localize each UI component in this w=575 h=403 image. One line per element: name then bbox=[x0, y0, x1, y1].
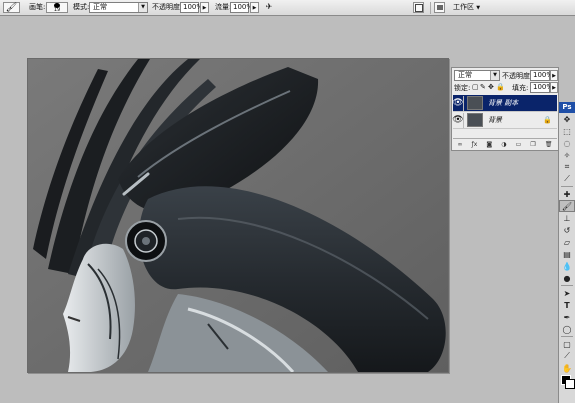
gradient-icon[interactable]: ▤ bbox=[559, 248, 575, 260]
new-layer-icon[interactable]: ❐ bbox=[530, 141, 535, 148]
divider bbox=[561, 336, 573, 337]
crop-icon[interactable]: ⌗ bbox=[559, 161, 575, 173]
layer-thumbnail bbox=[467, 96, 483, 110]
mode-label: 模式: bbox=[73, 3, 90, 11]
move-icon[interactable]: ✥ bbox=[559, 113, 575, 125]
layer-opacity-label: 不透明度: bbox=[502, 72, 533, 80]
hand-icon[interactable]: ✋ bbox=[559, 362, 575, 374]
brush-label: 画笔: bbox=[29, 3, 46, 11]
lock-pixels-icon[interactable]: ✎ bbox=[480, 83, 486, 91]
chevron-down-icon: ▼ bbox=[138, 3, 147, 12]
chevron-right-icon: ▶ bbox=[552, 72, 556, 79]
layer-name: 背景 副本 bbox=[488, 99, 519, 107]
notes-icon[interactable]: ▢ bbox=[559, 338, 575, 350]
workspace-label: 工作区 bbox=[453, 3, 474, 11]
airbrush-icon: ✈ bbox=[265, 2, 273, 11]
layer-style-icon[interactable]: ƒx bbox=[472, 141, 478, 148]
layers-footer: ∞ ƒx ◙ ◑ ▭ ❐ 🗑 bbox=[453, 138, 557, 149]
tools-panel: Ps ✥ ⬚ ◌ ✧ ⌗ ⟋ ✚ 🖌 ⊥ ↺ ▱ ▤ 💧 ● ➤ T ✒ ◯ ▢… bbox=[558, 102, 575, 403]
airbrush-toggle[interactable]: ✈ bbox=[263, 2, 275, 13]
document-canvas[interactable] bbox=[27, 58, 449, 373]
blur-icon[interactable]: 💧 bbox=[559, 260, 575, 272]
layers-panel: 正常 ▼ 不透明度: 100% ▶ 锁定: ▢ ✎ ✥ 🔒 填充: 100% ▶… bbox=[451, 67, 559, 151]
path-select-icon[interactable]: ➤ bbox=[559, 287, 575, 299]
brush-icon[interactable]: 🖌 bbox=[559, 200, 575, 212]
slice-icon[interactable]: ⟋ bbox=[559, 173, 575, 185]
layer-blend-mode-value: 正常 bbox=[458, 71, 472, 79]
layer-thumbnail bbox=[467, 113, 483, 127]
eraser-icon[interactable]: ▱ bbox=[559, 236, 575, 248]
marquee-icon[interactable]: ⬚ bbox=[559, 125, 575, 137]
layer-row-background-copy[interactable]: 👁 背景 副本 bbox=[452, 95, 557, 112]
palette-well-icon bbox=[436, 5, 443, 10]
palette-well-button[interactable] bbox=[434, 2, 445, 13]
flow-label: 流量: bbox=[215, 3, 232, 11]
visibility-eye-icon[interactable]: 👁 bbox=[452, 112, 464, 128]
mode-value: 正常 bbox=[93, 3, 107, 11]
chevron-right-icon: ▶ bbox=[252, 4, 257, 11]
photoshop-logo: Ps bbox=[559, 102, 575, 113]
lock-all-icon[interactable]: 🔒 bbox=[496, 83, 505, 91]
fill-label: 填充: bbox=[512, 84, 529, 92]
history-brush-icon[interactable]: ↺ bbox=[559, 224, 575, 236]
pen-icon[interactable]: ✒ bbox=[559, 311, 575, 323]
link-layers-icon[interactable]: ∞ bbox=[458, 141, 463, 148]
fill-slider-button[interactable]: ▶ bbox=[550, 82, 558, 93]
layer-blend-mode-select[interactable]: 正常 ▼ bbox=[454, 70, 500, 81]
brush-icon: 🖌 bbox=[5, 2, 18, 13]
layer-opacity-input[interactable]: 100% bbox=[530, 70, 553, 81]
flow-slider-button[interactable]: ▶ bbox=[250, 2, 259, 13]
chevron-right-icon: ▶ bbox=[202, 4, 207, 11]
layer-lock-icon: 🔒 bbox=[543, 116, 552, 124]
chevron-down-icon: ▼ bbox=[476, 5, 481, 11]
mode-select[interactable]: 正常 ▼ bbox=[89, 2, 148, 13]
fill-input[interactable]: 100% bbox=[530, 82, 553, 93]
flow-input[interactable]: 100% bbox=[230, 2, 253, 13]
layer-mask-icon[interactable]: ◙ bbox=[486, 141, 492, 148]
file-browser-button[interactable] bbox=[413, 2, 424, 13]
layer-opacity-slider-button[interactable]: ▶ bbox=[550, 70, 558, 81]
delete-layer-icon[interactable]: 🗑 bbox=[545, 141, 553, 148]
opacity-label: 不透明度: bbox=[152, 3, 183, 11]
new-group-icon[interactable]: ▭ bbox=[516, 141, 522, 148]
file-browser-icon bbox=[414, 3, 423, 12]
lock-transparency-icon[interactable]: ▢ bbox=[472, 83, 479, 91]
stamp-icon[interactable]: ⊥ bbox=[559, 212, 575, 224]
opacity-slider-button[interactable]: ▶ bbox=[200, 2, 209, 13]
adjustment-layer-icon[interactable]: ◑ bbox=[501, 141, 506, 148]
workspace-menu[interactable]: 工作区 ▼ bbox=[453, 3, 480, 13]
healing-icon[interactable]: ✚ bbox=[559, 188, 575, 200]
divider bbox=[561, 186, 573, 187]
layer-row-background[interactable]: 👁 背景 🔒 bbox=[452, 112, 557, 129]
magic-wand-icon[interactable]: ✧ bbox=[559, 149, 575, 161]
lock-label: 锁定: bbox=[454, 84, 471, 92]
artwork-robot-image bbox=[28, 59, 448, 372]
brush-size: 19 bbox=[53, 7, 61, 13]
brush-picker[interactable]: 19 bbox=[46, 2, 68, 13]
divider bbox=[430, 2, 431, 14]
lasso-icon[interactable]: ◌ bbox=[559, 137, 575, 149]
chevron-right-icon: ▶ bbox=[552, 84, 556, 91]
type-icon[interactable]: T bbox=[559, 299, 575, 311]
layer-name: 背景 bbox=[488, 116, 502, 124]
visibility-eye-icon[interactable]: 👁 bbox=[452, 95, 464, 111]
background-color-swatch[interactable] bbox=[565, 379, 575, 389]
eyedropper-icon[interactable]: ⟋ bbox=[559, 350, 575, 362]
options-bar: 🖌 画笔: 19 模式: 正常 ▼ 不透明度: 100% ▶ 流量: 100% … bbox=[0, 0, 575, 16]
brush-tool-preset-picker[interactable]: 🖌 bbox=[3, 2, 20, 13]
opacity-input[interactable]: 100% bbox=[180, 2, 203, 13]
divider bbox=[561, 285, 573, 286]
dodge-icon[interactable]: ● bbox=[559, 272, 575, 284]
chevron-down-icon: ▼ bbox=[490, 71, 499, 80]
lock-position-icon[interactable]: ✥ bbox=[488, 83, 494, 91]
shape-icon[interactable]: ◯ bbox=[559, 323, 575, 335]
